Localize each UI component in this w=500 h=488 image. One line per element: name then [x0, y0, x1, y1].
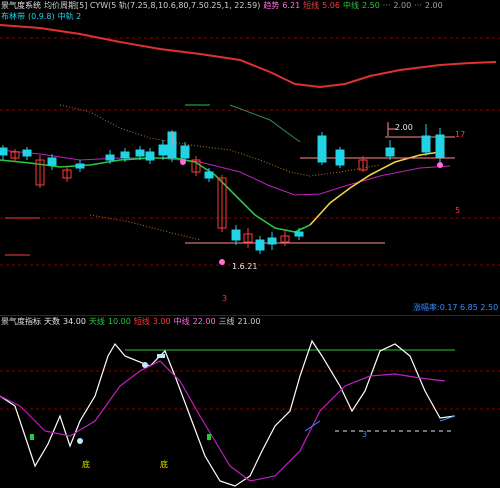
main-header-segment: ··· — [382, 1, 391, 10]
main-indicator-subheader: 布林带 (0.9.8) 中轨 2 — [1, 12, 84, 22]
indicator-header-segment: 短线 — [133, 317, 150, 326]
indicator-header-segment: 34.00 — [63, 317, 86, 326]
main-subheader-segment: 中轨 2 — [57, 12, 82, 21]
indicator-pane[interactable]: 景气度指标 天数 34.00 天线 10.00 短线 3.00 中线 22.00 三线 21.00 … — [0, 315, 500, 488]
indicator-dot-3 — [157, 354, 165, 358]
main-header-segment: 6.21 — [282, 1, 301, 10]
main-chart-pane[interactable]: 景气度系统 均价周期[5] CYW(5 轨(7.25,8,10.6,80,7.50… — [0, 0, 500, 314]
indicator-marker-label: 底 — [82, 460, 90, 469]
signal-dot — [437, 162, 443, 168]
candle-body — [385, 147, 395, 157]
indicator-header-segment: 21.00 — [237, 317, 261, 326]
main-header-segment: 2.00 — [424, 1, 443, 10]
main-header-segment: 中线 — [342, 1, 359, 10]
main-header-segment: 短线 — [303, 1, 320, 10]
oscillator-line — [0, 339, 456, 487]
indicator-header-segment: 22.00 — [192, 317, 216, 326]
main-subheader-segment: (0.9.8) — [28, 12, 55, 21]
candle-body — [231, 229, 241, 241]
low-price-label: 1.6.21 — [232, 262, 258, 271]
indicator-dot-2 — [142, 362, 148, 368]
main-header-segment: 景气度系统 — [1, 1, 41, 10]
signal-dot — [219, 259, 225, 265]
candle-body — [317, 135, 327, 163]
main-header-segment: 均价周期[5] CYW(5 轨(7.25,8,10.6,80,7.50.25,1… — [44, 1, 261, 10]
indicator-header: 景气度指标 天数 34.00 天线 10.00 短线 3.00 中线 22.00 三线 21.00 — [1, 317, 263, 327]
indicator-header-segment: 三线 — [218, 317, 235, 326]
indicator-header-segment: 10.00 — [107, 317, 131, 326]
candle-body — [335, 149, 345, 166]
fast-ma-line — [0, 157, 311, 233]
indicator-header-segment: 景气度指标 — [1, 317, 41, 326]
candle-body — [294, 231, 304, 237]
candle-body — [135, 149, 145, 157]
bottom-tag-label: 3 — [222, 294, 228, 303]
main-header-segment: ··· — [414, 1, 422, 10]
fast-ma-line-recovery — [309, 151, 441, 226]
signal-line — [0, 360, 446, 482]
band-segment — [229, 104, 301, 143]
indicator-header-segment: 中线 — [173, 317, 190, 326]
upper-band-line — [59, 104, 381, 177]
candle-body — [0, 147, 8, 156]
candle-body — [167, 131, 177, 159]
main-header-segment: 5.06 — [322, 1, 340, 10]
candle-body — [105, 154, 115, 161]
main-subheader-segment: 布林带 — [1, 12, 25, 21]
right-value-label-2: 5 — [455, 206, 461, 215]
candle-body — [145, 151, 155, 161]
signal-dot — [180, 159, 186, 165]
high-price-label: 2.00 — [395, 123, 413, 132]
indicator-header-segment: 天数 — [44, 317, 60, 326]
buy-arrow — [30, 434, 34, 440]
candle-body — [180, 145, 190, 159]
bottom-right-readout: 涨幅率:0.17 6.85 2.50 — [413, 303, 499, 312]
candle-body — [255, 239, 265, 251]
indicator-chart-canvas[interactable] — [0, 316, 500, 488]
candle-body — [421, 135, 431, 153]
indicator-header-segment: 3.00 — [152, 317, 171, 326]
main-header-segment: 2.00 — [393, 1, 412, 10]
main-header-segment: 2.50 — [361, 1, 380, 10]
indicator-marker-label-3: 3 — [362, 430, 368, 439]
right-value-label: 17 — [455, 130, 466, 139]
candle-body — [267, 237, 277, 245]
indicator-dot — [77, 438, 83, 444]
main-header-segment: 趋势 — [263, 1, 280, 10]
slow-ma-line — [0, 24, 497, 89]
blue-segment — [304, 420, 321, 432]
candle-body — [22, 149, 32, 157]
candle-body — [435, 134, 445, 158]
main-indicator-header: 景气度系统 均价周期[5] CYW(5 轨(7.25,8,10.6,80,7.50… — [1, 1, 446, 11]
candle-body — [47, 157, 57, 166]
candle-body — [120, 151, 130, 159]
indicator-header-segment: 天线 — [88, 317, 105, 326]
lower-band-line — [89, 214, 201, 241]
candle-body — [204, 171, 214, 179]
candle-body — [158, 144, 168, 156]
buy-arrow-2 — [207, 434, 211, 440]
candle-body — [75, 163, 85, 169]
indicator-marker-label-2: 底 — [160, 460, 168, 469]
